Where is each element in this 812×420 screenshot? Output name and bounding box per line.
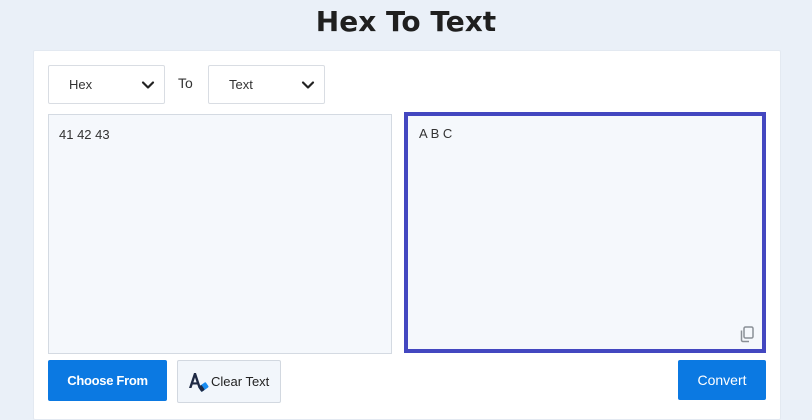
page-title: Hex To Text: [315, 5, 497, 38]
copy-icon[interactable]: [738, 325, 756, 343]
clear-text-button[interactable]: Clear Text: [177, 360, 281, 403]
chevron-down-icon: [301, 81, 315, 89]
from-format-value: Hex: [69, 77, 93, 92]
input-textarea[interactable]: 41 42 43: [48, 114, 392, 354]
eraser-icon: [189, 373, 209, 392]
input-text: 41 42 43: [59, 127, 110, 142]
output-textarea[interactable]: A B C: [404, 112, 766, 353]
convert-button[interactable]: Convert: [678, 360, 766, 400]
choose-from-button[interactable]: Choose From: [48, 360, 167, 401]
chevron-down-icon: [141, 81, 155, 89]
to-format-value: Text: [229, 77, 253, 92]
from-format-select[interactable]: Hex: [48, 65, 165, 104]
output-text: A B C: [419, 126, 453, 141]
to-label: To: [178, 75, 193, 91]
clear-text-label: Clear Text: [211, 374, 270, 389]
to-format-select[interactable]: Text: [208, 65, 325, 104]
